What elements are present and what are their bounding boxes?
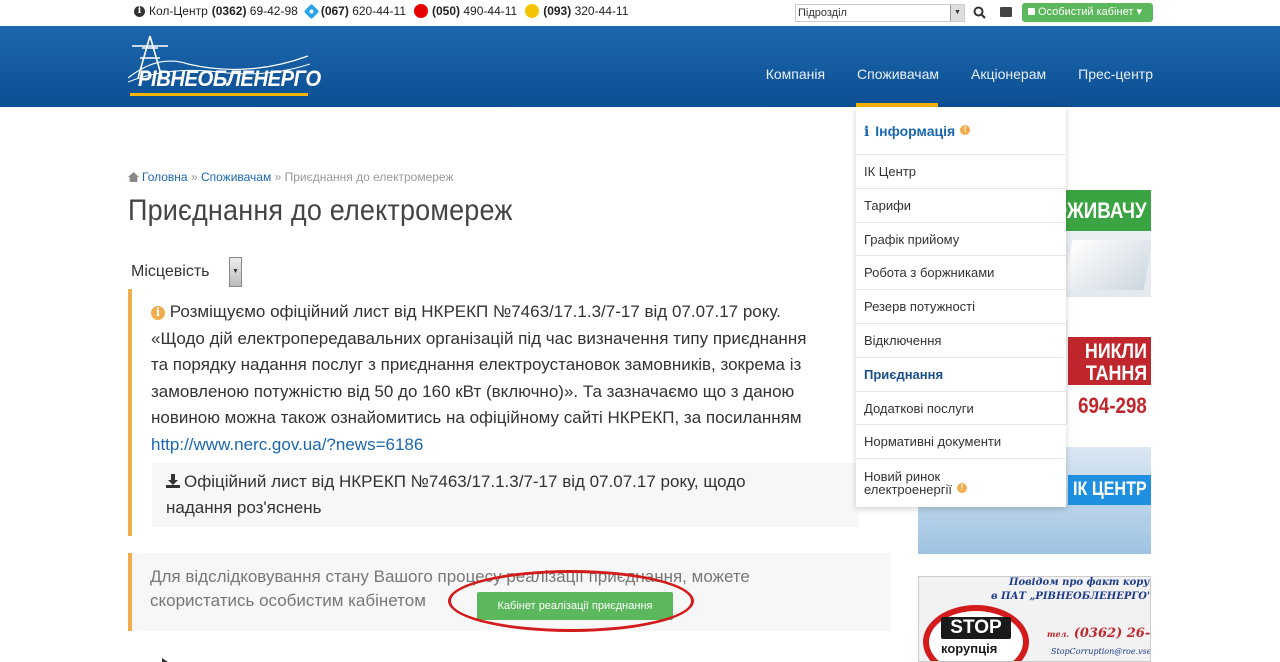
nav-company[interactable]: Компанія	[766, 66, 825, 82]
personal-cabinet-button[interactable]: Особистий кабінет ▾	[1022, 3, 1153, 22]
locality-select[interactable]: Місцевість ▼	[129, 256, 242, 288]
highlight-ellipse	[448, 570, 694, 632]
kyivstar-icon	[303, 3, 320, 19]
banner-consumer-text: ОЖИВАЧУ	[1052, 198, 1147, 223]
breadcrumb-current: Приєднання до електромереж	[284, 170, 454, 184]
breadcrumb: Головна » Споживачам » Приєднання до еле…	[128, 170, 453, 184]
phone-landline[interactable]: (0362) 69-42-98	[212, 4, 298, 18]
subdivision-select-value: Підрозділ	[798, 7, 847, 19]
info-icon: i	[864, 124, 870, 140]
callcenter-label: Кол-Центр	[149, 4, 208, 18]
info-icon: i	[151, 306, 165, 320]
menu-item-power-reserve[interactable]: Резерв потужності	[856, 289, 1066, 323]
site-header: РІВНЕОБЛЕНЕРГО Компанія Споживачам Акціо…	[0, 26, 1280, 107]
notification-dot-icon: !	[956, 483, 967, 494]
notice-line-4: замовленою потужністю від 50 до 160 кВт …	[151, 381, 795, 401]
nerc-link[interactable]: http://www.nerc.gov.ua/?news=6186	[151, 435, 423, 454]
menu-item-ik-center[interactable]: ІК Центр	[856, 154, 1066, 188]
mail-icon[interactable]	[1000, 7, 1012, 17]
notice-text: i Розміщуємо офіційний лист від НКРЕКП №…	[151, 299, 858, 458]
logo-text[interactable]: РІВНЕОБЛЕНЕРГО	[138, 66, 321, 92]
dropdown-arrow-icon: ▼	[229, 257, 242, 287]
banner-anti-corruption[interactable]: Повідом про факт корупції в ПАТ „РІВНЕОБ…	[918, 576, 1151, 662]
lifecell-icon	[525, 4, 540, 18]
banner-questions-line-2: ТАННЯ	[1085, 362, 1147, 385]
download-icon	[166, 474, 180, 488]
vodafone-icon	[414, 4, 429, 18]
lock-icon	[1028, 8, 1035, 15]
document-title-line-2: надання роз'яснень	[166, 498, 322, 517]
nav-shareholders[interactable]: Акціонерам	[971, 66, 1046, 82]
page-title: Приєднання до електромереж	[128, 194, 513, 227]
menu-item-regulatory-documents[interactable]: Нормативні документи	[856, 424, 1066, 458]
notice-block: i Розміщуємо офіційний лист від НКРЕКП №…	[128, 289, 858, 536]
banner-questions-line-1: НИКЛИ	[1085, 340, 1147, 363]
breadcrumb-separator: »	[274, 170, 282, 184]
info-icon: i	[134, 5, 145, 17]
menu-item-reception-schedule[interactable]: Графік прийому	[856, 221, 1066, 256]
dropdown-header-information[interactable]: i Інформація!	[856, 107, 1066, 154]
anti-corruption-header-1: Повідом про факт корупції	[1009, 577, 1150, 588]
personal-cabinet-label: Особистий кабінет	[1038, 6, 1134, 18]
search-icon[interactable]	[972, 5, 988, 21]
phone-vodafone[interactable]: (050) 490-44-11	[432, 4, 517, 18]
callcenter-phones: i Кол-Центр (0362) 69-42-98 (067) 620-44…	[134, 3, 628, 19]
notification-dot-icon: !	[960, 125, 971, 135]
document-download[interactable]: Офіційний лист від НКРЕКП №7463/17.1.3/7…	[152, 463, 858, 527]
breadcrumb-consumers[interactable]: Споживачам	[201, 170, 271, 184]
menu-item-outages[interactable]: Відключення	[856, 322, 1066, 357]
anti-corruption-phone: тел. (0362) 26-45-72	[1047, 626, 1151, 641]
phone-kyivstar[interactable]: (067) 620-44-11	[321, 4, 406, 18]
subdivision-select[interactable]: Підрозділ ▼	[795, 4, 965, 22]
menu-item-new-market[interactable]: Новий ринок електроенергії!	[856, 458, 1066, 508]
notice-line-1: Розміщуємо офіційний лист від НКРЕКП №74…	[169, 302, 781, 321]
document-title-line-1: Офіційний лист від НКРЕКП №7463/17.1.3/7…	[184, 472, 746, 491]
phone-lifecell[interactable]: (093) 320-44-11	[543, 4, 628, 18]
notice-line-2: «Щодо дій електропередавальних організац…	[151, 328, 807, 348]
nav-consumers[interactable]: Споживачам	[857, 66, 939, 82]
stop-label: STOP	[941, 617, 1011, 639]
anti-corruption-email: StopCorruption@roe.vsei.ua	[1051, 647, 1151, 656]
menu-item-additional-services[interactable]: Додаткові послуги	[856, 390, 1066, 425]
banner-questions-phone: 694-298	[1078, 393, 1147, 418]
breadcrumb-separator: »	[190, 170, 198, 184]
breadcrumb-home[interactable]: Головна	[142, 170, 188, 184]
consumers-dropdown-menu: i Інформація! ІК Центр Тарифи Графік при…	[856, 107, 1066, 507]
tracking-line-2: скористатись особистим кабінетом	[150, 591, 426, 610]
corruption-label: корупція	[941, 641, 998, 656]
locality-select-value: Місцевість	[131, 263, 210, 280]
laptop-image	[1063, 240, 1151, 290]
home-icon	[128, 172, 139, 182]
dropdown-arrow-icon: ▼	[950, 5, 964, 21]
logo-underline	[130, 93, 308, 96]
menu-item-connection[interactable]: Приєднання	[856, 356, 1066, 391]
menu-item-tariffs[interactable]: Тарифи	[856, 187, 1066, 222]
banner-ik-center-text: ІК ЦЕНТР	[1073, 479, 1147, 500]
top-contact-bar: i Кол-Центр (0362) 69-42-98 (067) 620-44…	[0, 0, 1280, 26]
notice-line-5: новиною можна також ознайомитись на офіц…	[151, 408, 802, 427]
partial-icon	[162, 658, 168, 662]
menu-item-debtors[interactable]: Робота з боржниками	[856, 255, 1066, 289]
notice-line-3: та порядку надання послуг з приєднання е…	[151, 355, 802, 374]
anti-corruption-header-2: в ПАТ „РІВНЕОБЛЕНЕРГО"	[991, 591, 1151, 602]
main-nav: Компанія Споживачам Акціонерам Прес-цент…	[734, 66, 1153, 82]
nav-press-center[interactable]: Прес-центр	[1078, 66, 1153, 82]
